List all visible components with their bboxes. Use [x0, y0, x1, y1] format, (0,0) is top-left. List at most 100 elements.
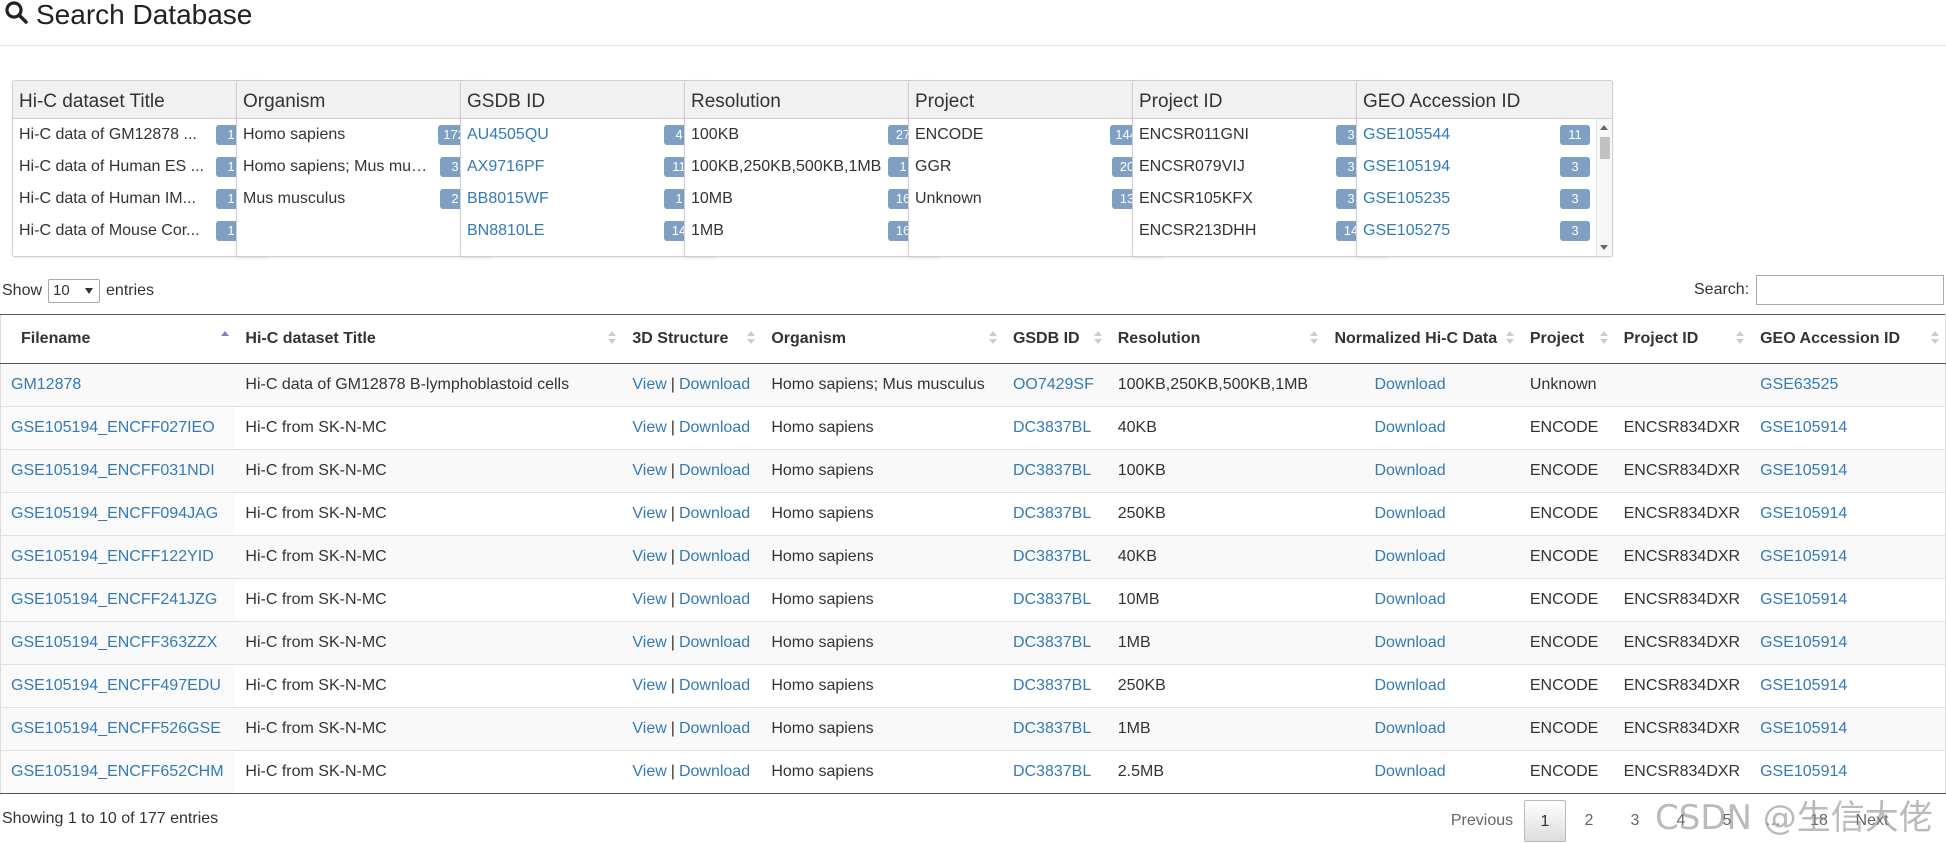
filename-link[interactable]: GSE105194_ENCFF027IEO — [11, 419, 215, 436]
normalized-download-link[interactable]: Download — [1374, 763, 1445, 780]
structure-download-link[interactable]: Download — [679, 634, 750, 651]
structure-download-link[interactable]: Download — [679, 720, 750, 737]
col-resolution-header[interactable]: Resolution — [1107, 314, 1325, 364]
page-button[interactable]: 2 — [1566, 800, 1612, 842]
view-link[interactable]: View — [632, 634, 666, 651]
col-organism-header[interactable]: Organism — [761, 314, 1003, 364]
structure-download-link[interactable]: Download — [679, 763, 750, 780]
gsdb-link[interactable]: DC3837BL — [1013, 548, 1091, 565]
view-link[interactable]: View — [632, 376, 666, 393]
page-button[interactable]: 1 — [1524, 800, 1566, 842]
view-link[interactable]: View — [632, 505, 666, 522]
geo-link[interactable]: GSE63525 — [1760, 376, 1838, 393]
filter-option[interactable]: GSE105235 3 — [1357, 183, 1596, 215]
filter-option[interactable]: GSE105194 3 — [1357, 151, 1596, 183]
structure-download-link[interactable]: Download — [679, 548, 750, 565]
geo-link[interactable]: GSE105914 — [1760, 505, 1847, 522]
geo-link[interactable]: GSE105914 — [1760, 677, 1847, 694]
scroll-thumb[interactable] — [1600, 137, 1610, 159]
geo-link[interactable]: GSE105914 — [1760, 591, 1847, 608]
view-link[interactable]: View — [632, 591, 666, 608]
view-link[interactable]: View — [632, 462, 666, 479]
entries-select[interactable]: 10 — [48, 279, 101, 303]
normalized-download-link[interactable]: Download — [1374, 591, 1445, 608]
filter-option[interactable]: Hi-C data of Human ES ... 1 — [13, 151, 252, 183]
gsdb-link[interactable]: DC3837BL — [1013, 720, 1091, 737]
filter-option[interactable]: ENCSR079VIJ 3 — [1133, 151, 1372, 183]
gsdb-link[interactable]: DC3837BL — [1013, 634, 1091, 651]
col-project-id-header[interactable]: Project ID — [1613, 314, 1751, 364]
filter-option[interactable]: 100KB 27 — [685, 119, 924, 151]
gsdb-link[interactable]: DC3837BL — [1013, 419, 1091, 436]
col-filename-header[interactable]: Filename — [0, 314, 236, 364]
gsdb-link[interactable]: DC3837BL — [1013, 462, 1091, 479]
filename-link[interactable]: GSE105194_ENCFF497EDU — [11, 677, 221, 694]
geo-link[interactable]: GSE105914 — [1760, 763, 1847, 780]
filter-scrollbar[interactable] — [1596, 119, 1612, 256]
scroll-down-icon[interactable] — [1600, 245, 1608, 250]
geo-link[interactable]: GSE105914 — [1760, 548, 1847, 565]
gsdb-link[interactable]: DC3837BL — [1013, 763, 1091, 780]
structure-download-link[interactable]: Download — [679, 677, 750, 694]
filter-option[interactable]: 10MB 16 — [685, 183, 924, 215]
normalized-download-link[interactable]: Download — [1374, 462, 1445, 479]
filter-option[interactable]: BB8015WF 1 — [461, 183, 700, 215]
view-link[interactable]: View — [632, 419, 666, 436]
filter-option[interactable]: Homo sapiens; Mus musc... 3 — [237, 151, 476, 183]
normalized-download-link[interactable]: Download — [1374, 548, 1445, 565]
filter-option[interactable]: Homo sapiens 172 — [237, 119, 476, 151]
view-link[interactable]: View — [632, 677, 666, 694]
normalized-download-link[interactable]: Download — [1374, 677, 1445, 694]
structure-download-link[interactable]: Download — [679, 505, 750, 522]
col-gsdb-id-header[interactable]: GSDB ID — [1002, 314, 1108, 364]
view-link[interactable]: View — [632, 763, 666, 780]
filter-option[interactable]: 1MB 16 — [685, 215, 924, 247]
normalized-download-link[interactable]: Download — [1374, 505, 1445, 522]
filename-link[interactable]: GSE105194_ENCFF652CHM — [11, 763, 224, 780]
filename-link[interactable]: GSE105194_ENCFF363ZZX — [11, 634, 217, 651]
filter-option[interactable]: ENCSR105KFX 3 — [1133, 183, 1372, 215]
page-button[interactable]: 3 — [1612, 800, 1658, 842]
scroll-up-icon[interactable] — [1600, 125, 1608, 130]
filter-option[interactable]: Mus musculus 2 — [237, 183, 476, 215]
filename-link[interactable]: GSE105194_ENCFF122YID — [11, 548, 214, 565]
gsdb-link[interactable]: OO7429SF — [1013, 376, 1094, 393]
structure-download-link[interactable]: Download — [679, 376, 750, 393]
filter-option[interactable]: Hi-C data of GM12878 ... 1 — [13, 119, 252, 151]
filter-option[interactable]: GGR 20 — [909, 151, 1148, 183]
previous-button[interactable]: Previous — [1440, 800, 1524, 842]
gsdb-link[interactable]: DC3837BL — [1013, 677, 1091, 694]
col-normalized-data-header[interactable]: Normalized Hi-C Data — [1324, 314, 1520, 364]
filter-option[interactable]: AX9716PF 11 — [461, 151, 700, 183]
filename-link[interactable]: GSE105194_ENCFF526GSE — [11, 720, 221, 737]
normalized-download-link[interactable]: Download — [1374, 634, 1445, 651]
view-link[interactable]: View — [632, 720, 666, 737]
filename-link[interactable]: GSE105194_ENCFF031NDI — [11, 462, 215, 479]
filename-link[interactable]: GSE105194_ENCFF241JZG — [11, 591, 217, 608]
search-input[interactable] — [1756, 275, 1944, 305]
normalized-download-link[interactable]: Download — [1374, 419, 1445, 436]
geo-link[interactable]: GSE105914 — [1760, 419, 1847, 436]
filter-option[interactable]: BN8810LE 14 — [461, 215, 700, 247]
filter-option[interactable]: Hi-C data of Mouse Cor... 1 — [13, 215, 252, 247]
view-link[interactable]: View — [632, 548, 666, 565]
filter-option[interactable]: GSE105544 11 — [1357, 119, 1596, 151]
filter-option[interactable]: 100KB,250KB,500KB,1MB 1 — [685, 151, 924, 183]
filter-option[interactable]: GSE105275 3 — [1357, 215, 1596, 247]
normalized-download-link[interactable]: Download — [1374, 720, 1445, 737]
filter-option[interactable]: AU4505QU 4 — [461, 119, 700, 151]
geo-link[interactable]: GSE105914 — [1760, 462, 1847, 479]
gsdb-link[interactable]: DC3837BL — [1013, 505, 1091, 522]
structure-download-link[interactable]: Download — [679, 419, 750, 436]
normalized-download-link[interactable]: Download — [1374, 376, 1445, 393]
filter-option[interactable]: ENCODE 144 — [909, 119, 1148, 151]
col-3d-structure-header[interactable]: 3D Structure — [622, 314, 762, 364]
filename-link[interactable]: GSE105194_ENCFF094JAG — [11, 505, 218, 522]
gsdb-link[interactable]: DC3837BL — [1013, 591, 1091, 608]
structure-download-link[interactable]: Download — [679, 462, 750, 479]
col-project-header[interactable]: Project — [1519, 314, 1614, 364]
geo-link[interactable]: GSE105914 — [1760, 634, 1847, 651]
col-geo-accession-header[interactable]: GEO Accession ID — [1750, 314, 1946, 364]
col-title-header[interactable]: Hi-C dataset Title — [235, 314, 623, 364]
filter-option[interactable]: Unknown 13 — [909, 183, 1148, 215]
